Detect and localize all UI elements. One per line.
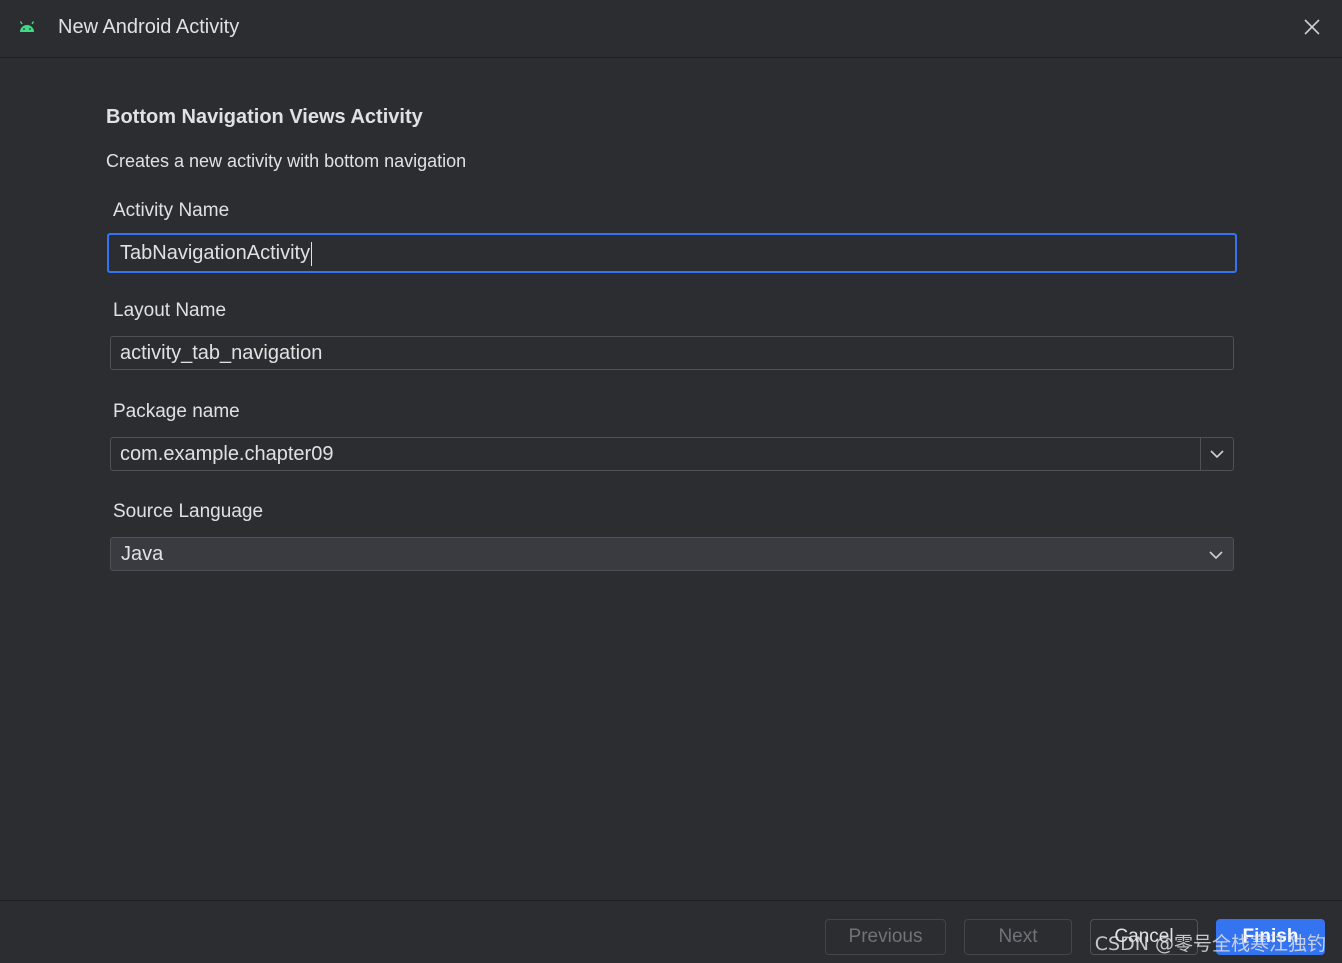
source-language-label: Source Language: [113, 501, 264, 522]
text-caret: [311, 241, 313, 266]
package-name-combobox[interactable]: com.example.chapter09: [110, 437, 1234, 471]
package-name-label: Package name: [113, 401, 240, 422]
next-button[interactable]: Next: [964, 919, 1072, 955]
layout-name-label: Layout Name: [113, 300, 227, 321]
source-language-value: Java: [121, 543, 164, 565]
previous-button[interactable]: Previous: [825, 919, 946, 955]
layout-name-value: activity_tab_navigation: [120, 342, 323, 364]
package-name-value: com.example.chapter09: [120, 443, 334, 465]
close-icon[interactable]: [1300, 14, 1324, 40]
activity-name-field[interactable]: TabNavigationActivity: [107, 233, 1237, 273]
layout-name-field[interactable]: activity_tab_navigation: [110, 336, 1234, 370]
watermark: CSDN @零号全栈寒江独钓: [1094, 933, 1326, 955]
template-description: Creates a new activity with bottom navig…: [106, 151, 467, 171]
dialog-footer: Previous Next Cancel Finish CSDN @零号全栈寒江…: [0, 900, 1342, 963]
template-heading: Bottom Navigation Views Activity: [106, 106, 423, 128]
source-language-select[interactable]: Java: [110, 537, 1234, 571]
android-icon: [19, 21, 35, 32]
title-bar: New Android Activity: [0, 0, 1342, 58]
activity-name-label: Activity Name: [113, 200, 230, 221]
package-name-dropdown-button[interactable]: [1200, 438, 1233, 470]
dialog-content: Bottom Navigation Views Activity Creates…: [0, 58, 1342, 900]
activity-name-value: TabNavigationActivity: [120, 242, 311, 264]
chevron-down-icon: [1209, 551, 1223, 559]
chevron-down-icon: [1210, 450, 1224, 458]
new-android-activity-dialog: New Android Activity Bottom Navigation V…: [0, 0, 1342, 963]
dialog-title: New Android Activity: [58, 16, 240, 38]
